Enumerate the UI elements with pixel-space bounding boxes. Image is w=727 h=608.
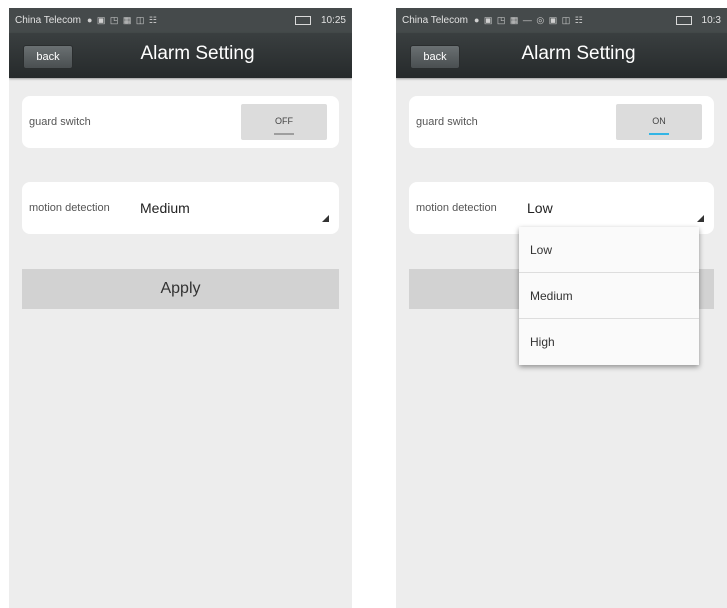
toggle-state: ON <box>652 116 666 126</box>
guard-switch-toggle[interactable]: ON <box>616 104 702 140</box>
phone-screen-left: China Telecom ● ▣ ◳ ▦ ◫ ☷ 10:25 back Ala… <box>9 8 352 608</box>
motion-detection-select[interactable]: Medium <box>140 182 190 234</box>
motion-detection-card: motion detection Medium <box>22 182 339 234</box>
carrier-name: China Telecom <box>15 15 81 26</box>
dropdown-option-low[interactable]: Low <box>519 227 699 273</box>
dropdown-arrow-icon[interactable] <box>697 215 704 222</box>
status-icons: ● ▣ ◳ ▦ — ◎ ▣ ◫ ☷ <box>473 15 584 25</box>
toggle-state: OFF <box>275 116 293 126</box>
phone-screen-right: China Telecom ● ▣ ◳ ▦ — ◎ ▣ ◫ ☷ 10:3 bac… <box>396 8 727 608</box>
nav-bar: back Alarm Setting <box>9 33 352 78</box>
guard-switch-card: guard switch OFF <box>22 96 339 148</box>
page-title: Alarm Setting <box>521 43 636 64</box>
toggle-indicator <box>649 133 669 135</box>
battery-icon <box>294 16 311 25</box>
clock: 10:3 <box>701 15 721 26</box>
status-icons: ● ▣ ◳ ▦ ◫ ☷ <box>86 15 158 25</box>
clock: 10:25 <box>320 15 346 26</box>
status-bar: China Telecom ● ▣ ◳ ▦ ◫ ☷ 10:25 <box>9 8 352 33</box>
page-title: Alarm Setting <box>140 43 255 64</box>
motion-detection-label: motion detection <box>416 202 497 214</box>
dropdown-option-medium[interactable]: Medium <box>519 273 699 319</box>
guard-switch-card: guard switch ON <box>409 96 714 148</box>
guard-switch-label: guard switch <box>416 116 478 128</box>
apply-button[interactable]: Apply <box>22 269 339 309</box>
motion-detection-label: motion detection <box>29 202 110 214</box>
carrier-name: China Telecom <box>402 15 468 26</box>
toggle-indicator <box>274 133 294 135</box>
motion-detection-dropdown: Low Medium High <box>519 227 699 365</box>
guard-switch-toggle[interactable]: OFF <box>241 104 327 140</box>
guard-switch-label: guard switch <box>29 116 91 128</box>
status-bar: China Telecom ● ▣ ◳ ▦ — ◎ ▣ ◫ ☷ 10:3 <box>396 8 727 33</box>
nav-bar: back Alarm Setting <box>396 33 727 78</box>
dropdown-arrow-icon[interactable] <box>322 215 329 222</box>
battery-icon <box>675 16 692 25</box>
dropdown-option-high[interactable]: High <box>519 319 699 365</box>
